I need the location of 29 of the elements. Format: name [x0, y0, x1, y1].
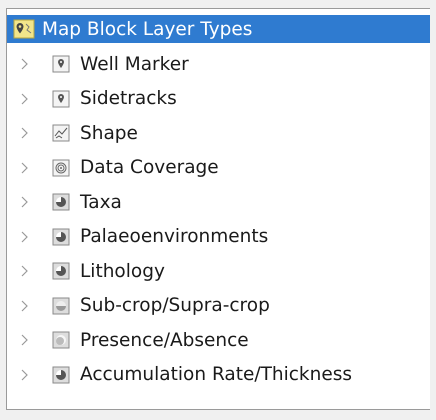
expand-chevron-icon[interactable] — [21, 265, 29, 278]
tree-root-item[interactable]: Map Block Layer Types — [7, 15, 430, 43]
expand-chevron-icon[interactable] — [21, 300, 29, 312]
tree-item[interactable]: Well Marker — [7, 47, 430, 82]
tree-item[interactable]: Sub-crop/Supra-crop — [7, 288, 430, 323]
tree-item[interactable]: Palaeoenvironments — [7, 220, 430, 254]
expand-chevron-icon[interactable] — [21, 334, 29, 346]
pin-icon — [52, 55, 70, 74]
expand-chevron-icon[interactable] — [21, 162, 29, 174]
tree-item[interactable]: Accumulation Rate/Thickness — [7, 358, 430, 392]
expand-chevron-icon[interactable] — [21, 92, 29, 105]
expand-chevron-icon[interactable] — [21, 196, 29, 208]
expand-chevron-icon[interactable] — [21, 230, 29, 243]
pin-icon — [52, 90, 70, 108]
tree-item[interactable]: Presence/Absence — [7, 323, 430, 358]
target-icon — [52, 158, 70, 177]
tree-item[interactable]: Shape — [7, 116, 430, 150]
tree-item[interactable]: Lithology — [7, 254, 430, 288]
expand-chevron-icon[interactable] — [21, 368, 29, 381]
expand-chevron-icon[interactable] — [21, 127, 29, 140]
tree-item[interactable]: Data Coverage — [7, 150, 430, 185]
tree-item[interactable]: Sidetracks — [7, 82, 430, 116]
pie-chart-icon — [52, 262, 70, 280]
map-folder-icon — [13, 19, 35, 39]
pie-chart-icon — [52, 366, 70, 384]
pie-chart-icon — [52, 228, 70, 246]
pie-chart-icon — [52, 193, 70, 212]
expand-chevron-icon[interactable] — [21, 58, 29, 70]
tree-item[interactable]: Taxa — [7, 185, 430, 220]
